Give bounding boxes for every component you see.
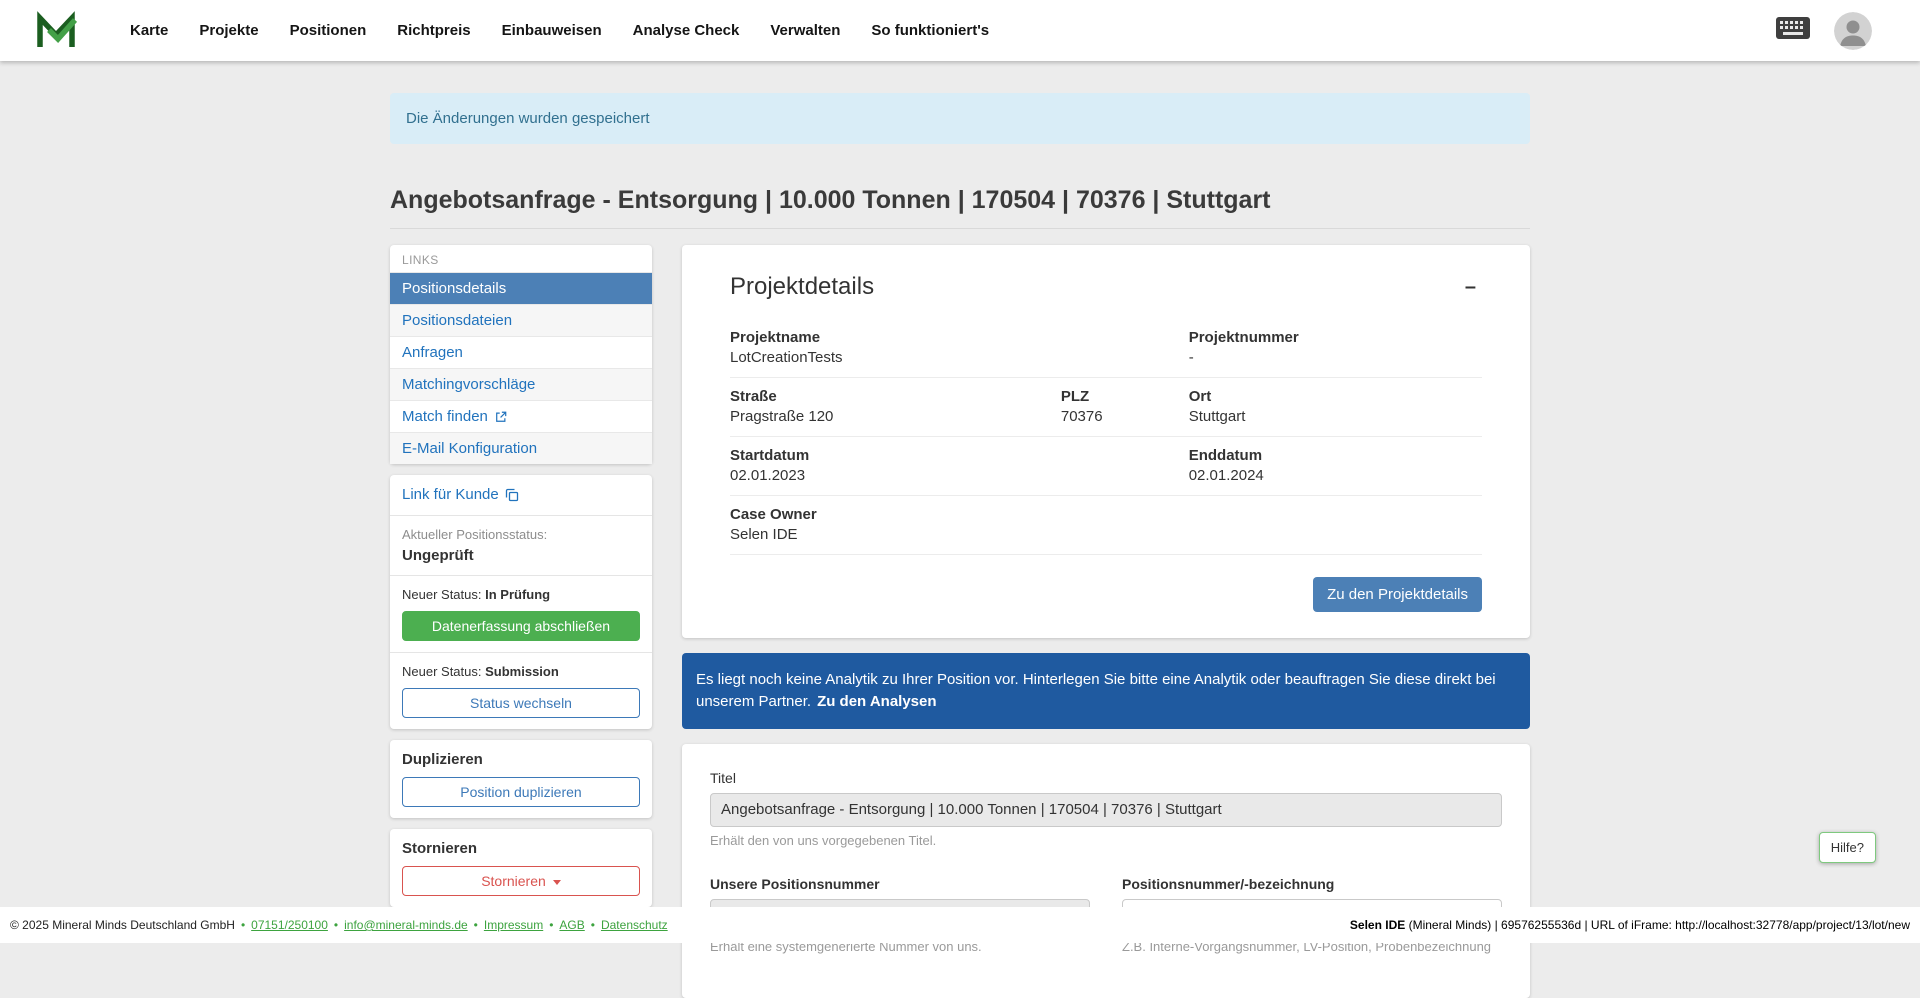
nav-item-einbauweisen[interactable]: Einbauweisen [502, 22, 602, 39]
caret-down-icon [553, 880, 561, 885]
new-status-value: Submission [485, 664, 559, 679]
status-card: Link für Kunde Aktueller Positionsstatus [390, 475, 652, 729]
nav-item-verwalten[interactable]: Verwalten [770, 22, 840, 39]
field-projektnummer: Projektnummer - [1189, 329, 1482, 366]
go-to-analyses-link[interactable]: Zu den Analysen [817, 693, 936, 710]
new-status-value: In Prüfung [485, 587, 550, 602]
project-field-row: Projektname LotCreationTests Projektnumm… [730, 319, 1482, 378]
footer-session-details: (Mineral Minds) | 69576255536d | URL of … [1405, 918, 1910, 932]
change-status-button[interactable]: Status wechseln [402, 688, 640, 718]
page-title: Angebotsanfrage - Entsorgung | 10.000 To… [390, 186, 1530, 215]
cancel-card: Stornieren Stornieren [390, 829, 652, 907]
new-status-line: Neuer Status: Submission [402, 664, 640, 679]
new-status-label: Neuer Status: [402, 587, 482, 602]
complete-data-entry-button[interactable]: Datenerfassung abschließen [402, 611, 640, 641]
field-projektname: Projektname LotCreationTests [730, 329, 1061, 366]
customer-link[interactable]: Link für Kunde [402, 486, 519, 503]
field-ort: Ort Stuttgart [1189, 388, 1482, 425]
keyboard-icon[interactable] [1776, 17, 1810, 44]
go-to-project-details-button[interactable]: Zu den Projektdetails [1313, 577, 1482, 612]
analytics-banner: Es liegt noch keine Analytik zu Ihrer Po… [682, 653, 1530, 729]
user-avatar[interactable] [1834, 12, 1872, 50]
project-field-row: Startdatum 02.01.2023 Enddatum 02.01.202… [730, 437, 1482, 496]
main-content: Projektdetails – Projektname LotCreation… [682, 245, 1530, 998]
new-status-label: Neuer Status: [402, 664, 482, 679]
help-button[interactable]: Hilfe? [1819, 832, 1876, 863]
collapse-icon[interactable]: – [1459, 273, 1482, 301]
field-strasse: Straße Pragstraße 120 [730, 388, 1061, 425]
titel-input [710, 793, 1502, 827]
project-fields: Projektname LotCreationTests Projektnumm… [730, 319, 1482, 555]
current-status-label: Aktueller Positionsstatus: [402, 527, 640, 542]
duplicate-position-button[interactable]: Position duplizieren [402, 777, 640, 807]
footer-separator: • [334, 918, 338, 932]
mineral-minds-logo-icon[interactable] [34, 9, 78, 53]
sidebar-item-matchingvorschlaege[interactable]: Matchingvorschläge [390, 368, 652, 400]
nav-item-positionen[interactable]: Positionen [290, 22, 367, 39]
field-plz: PLZ 70376 [1061, 388, 1189, 425]
cancel-title: Stornieren [402, 840, 640, 857]
nav-item-karte[interactable]: Karte [130, 22, 168, 39]
footer-session-info: Selen IDE (Mineral Minds) | 69576255536d… [1350, 918, 1910, 932]
footer: © 2025 Mineral Minds Deutschland GmbH • … [0, 907, 1920, 943]
links-header: LINKS [390, 245, 652, 272]
current-status-value: Ungeprüft [402, 547, 640, 564]
sidebar-item-label: Match finden [402, 408, 488, 425]
new-status-line: Neuer Status: In Prüfung [402, 587, 640, 602]
footer-separator: • [549, 918, 553, 932]
nav-item-so-funktionierts[interactable]: So funktioniert's [871, 22, 989, 39]
titel-label: Titel [710, 770, 1502, 786]
footer-separator: • [591, 918, 595, 932]
project-field-row: Straße Pragstraße 120 PLZ 70376 Ort Stut… [730, 378, 1482, 437]
sidebar-item-positionsdateien[interactable]: Positionsdateien [390, 304, 652, 336]
field-startdatum: Startdatum 02.01.2023 [730, 447, 1061, 484]
top-navigation: Karte Projekte Positionen Richtpreis Ein… [0, 0, 1920, 61]
project-field-row: Case Owner Selen IDE [730, 496, 1482, 555]
duplicate-title: Duplizieren [402, 751, 640, 768]
nav-right-icons [1776, 12, 1886, 50]
position-number-label: Positionsnummer/-bezeichnung [1122, 876, 1502, 892]
footer-link-phone[interactable]: 07151/250100 [251, 918, 328, 932]
external-link-icon [495, 411, 507, 423]
footer-link-agb[interactable]: AGB [559, 918, 584, 932]
project-details-card: Projektdetails – Projektname LotCreation… [682, 245, 1530, 638]
footer-left: © 2025 Mineral Minds Deutschland GmbH • … [10, 918, 668, 932]
title-divider [390, 228, 1530, 229]
customer-link-label: Link für Kunde [402, 486, 499, 503]
sidebar-item-email-konfiguration[interactable]: E-Mail Konfiguration [390, 432, 652, 464]
footer-link-email[interactable]: info@mineral-minds.de [344, 918, 468, 932]
nav-item-analyse-check[interactable]: Analyse Check [633, 22, 740, 39]
nav-item-projekte[interactable]: Projekte [199, 22, 258, 39]
copy-icon [505, 488, 519, 502]
our-position-number-label: Unsere Positionsnummer [710, 876, 1090, 892]
footer-link-impressum[interactable]: Impressum [484, 918, 543, 932]
sidebar-links-card: LINKS Positionsdetails Positionsdateien … [390, 245, 652, 464]
footer-user-name: Selen IDE [1350, 918, 1405, 932]
alert-message: Die Änderungen wurden gespeichert [406, 110, 650, 127]
sidebar-item-positionsdetails[interactable]: Positionsdetails [390, 272, 652, 304]
success-alert: Die Änderungen wurden gespeichert [390, 93, 1530, 144]
field-case-owner: Case Owner Selen IDE [730, 506, 1061, 543]
analytics-banner-text: Es liegt noch keine Analytik zu Ihrer Po… [696, 671, 1496, 710]
page-body: Die Änderungen wurden gespeichert Angebo… [0, 93, 1920, 998]
footer-separator: • [241, 918, 245, 932]
field-enddatum: Enddatum 02.01.2024 [1189, 447, 1482, 484]
main-nav: Karte Projekte Positionen Richtpreis Ein… [130, 22, 989, 39]
footer-separator: • [474, 918, 478, 932]
duplicate-card: Duplizieren Position duplizieren [390, 740, 652, 818]
sidebar: LINKS Positionsdetails Positionsdateien … [390, 245, 652, 907]
sidebar-item-anfragen[interactable]: Anfragen [390, 336, 652, 368]
nav-item-richtpreis[interactable]: Richtpreis [397, 22, 470, 39]
sidebar-item-match-finden[interactable]: Match finden [390, 400, 652, 432]
titel-help-text: Erhält den von uns vorgegebenen Titel. [710, 833, 1502, 848]
project-details-title: Projektdetails [730, 273, 874, 301]
cancel-button-label: Stornieren [481, 873, 546, 889]
copyright-text: © 2025 Mineral Minds Deutschland GmbH [10, 918, 235, 932]
footer-link-datenschutz[interactable]: Datenschutz [601, 918, 668, 932]
cancel-dropdown-button[interactable]: Stornieren [402, 866, 640, 896]
position-form-card: Titel Erhält den von uns vorgegebenen Ti… [682, 744, 1530, 998]
